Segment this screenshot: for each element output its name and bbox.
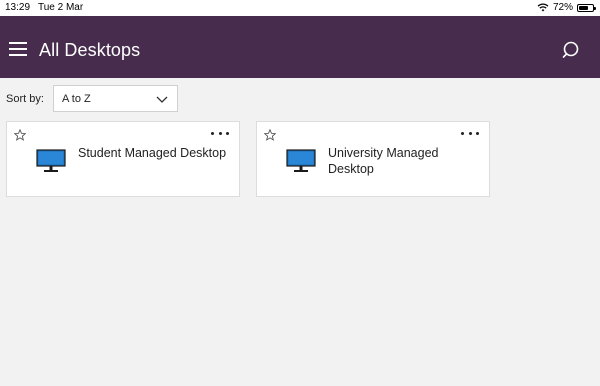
app-header: All Desktops (0, 16, 600, 78)
more-options-icon[interactable] (211, 132, 229, 138)
status-date: Tue 2 Mar (38, 2, 84, 13)
battery-icon (577, 3, 596, 12)
chevron-down-icon (156, 96, 168, 103)
wifi-icon (537, 3, 549, 12)
desktop-name: University Managed Desktop (328, 146, 439, 176)
desktop-card-university[interactable]: University Managed Desktop (256, 121, 490, 197)
sort-dropdown[interactable]: A to Z (53, 85, 178, 112)
desktop-card-student[interactable]: Student Managed Desktop (6, 121, 240, 197)
battery-percent: 72% (552, 2, 573, 13)
sort-selected-value: A to Z (62, 93, 91, 105)
page-title: All Desktops (39, 40, 141, 60)
desktop-name: Student Managed Desktop (78, 146, 227, 160)
more-options-icon[interactable] (461, 132, 479, 138)
monitor-icon (286, 149, 316, 172)
sort-bar: Sort by: A to Z (0, 84, 600, 114)
menu-icon[interactable] (9, 39, 29, 57)
star-icon[interactable] (264, 129, 276, 141)
status-bar: 13:29 Tue 2 Mar 72% (0, 0, 600, 16)
search-icon[interactable] (562, 40, 582, 60)
sort-label: Sort by: (6, 93, 44, 105)
monitor-icon (36, 149, 66, 172)
status-right: 72% (537, 2, 596, 13)
star-icon[interactable] (14, 129, 26, 141)
status-time: 13:29 (5, 2, 31, 13)
